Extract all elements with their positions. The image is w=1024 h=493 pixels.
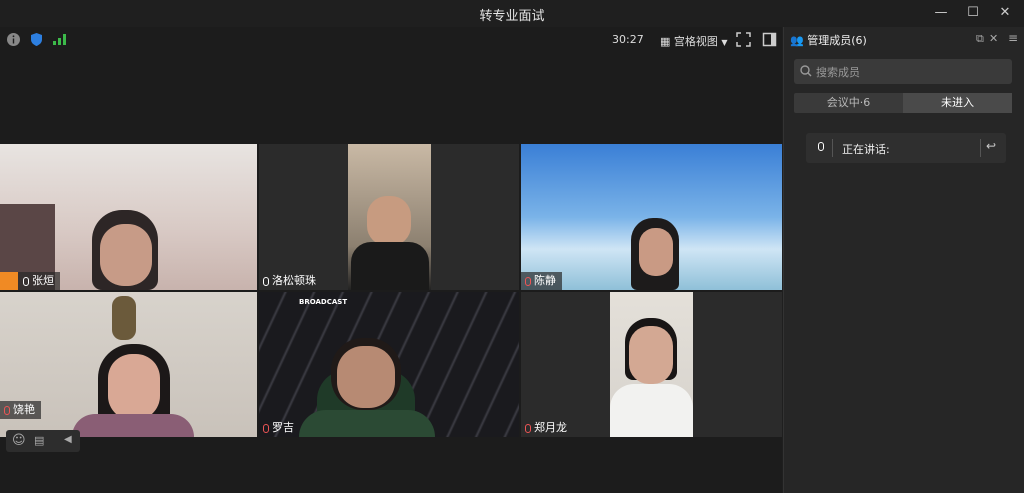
- tab-not-joined[interactable]: 未进入: [903, 93, 1012, 113]
- shield-icon[interactable]: [29, 32, 44, 47]
- participant-name: 罗吉: [272, 421, 294, 434]
- divider: [832, 139, 833, 157]
- participant-face: [337, 346, 395, 408]
- popout-icon[interactable]: ⧉: [976, 32, 984, 46]
- video-tile[interactable]: 郑月龙: [521, 292, 782, 437]
- mic-muted-icon: [525, 276, 531, 286]
- signal-icon[interactable]: [52, 32, 67, 47]
- tab-in-meeting[interactable]: 会议中·6: [794, 93, 903, 113]
- maximize-button[interactable]: ☐: [960, 3, 986, 23]
- participant-name: 洛松顿珠: [272, 274, 316, 287]
- participant-name-tag: 罗吉: [259, 419, 300, 437]
- participant-body: [351, 242, 429, 290]
- participant-face: [367, 196, 411, 246]
- participant-face: [108, 354, 160, 420]
- chat-icon[interactable]: ▤: [34, 434, 44, 447]
- menu-icon[interactable]: ≡: [1008, 31, 1018, 45]
- broadcast-logo: BROADCAST: [299, 298, 348, 306]
- video-tile[interactable]: 饶艳: [0, 292, 257, 437]
- video-tile[interactable]: 洛松顿珠: [259, 144, 519, 290]
- participant-name: 饶艳: [13, 403, 35, 416]
- window-title: 转专业面试: [479, 9, 545, 24]
- mic-icon: [818, 142, 824, 151]
- participant-face: [629, 326, 673, 384]
- search-icon: [800, 65, 812, 77]
- quick-tools: ☺ ▤ ◀: [6, 430, 80, 452]
- collapse-icon[interactable]: ◀: [64, 434, 72, 445]
- participant-name-tag: 张烜: [0, 272, 60, 290]
- grid-view-button[interactable]: ▦ 宫格视图 ▼: [660, 33, 728, 49]
- video-tile[interactable]: BROADCAST 罗吉: [259, 292, 519, 437]
- participant-name-tag: 陈静: [521, 272, 562, 290]
- minimize-button[interactable]: —: [928, 3, 954, 23]
- participant-body: [299, 410, 435, 437]
- participant-name-tag: 洛松顿珠: [259, 272, 322, 290]
- participant-name-tag: 郑月龙: [521, 419, 573, 437]
- members-icon: 👥: [790, 34, 804, 47]
- reply-icon[interactable]: ↩: [986, 139, 996, 153]
- caret-down-icon: ▼: [721, 38, 728, 47]
- participant-body: [72, 414, 194, 437]
- close-panel-icon[interactable]: ✕: [989, 32, 998, 45]
- video-tile[interactable]: 张烜: [0, 144, 257, 290]
- speaking-label: 正在讲话:: [842, 143, 890, 156]
- panel-title: 管理成员(6): [807, 34, 867, 47]
- meeting-timer: 30:27: [612, 33, 644, 46]
- participant-name-tag: 饶艳: [0, 401, 41, 419]
- search-input[interactable]: 搜索成员: [794, 59, 1012, 84]
- fullscreen-icon[interactable]: [736, 32, 751, 47]
- divider: [980, 139, 981, 157]
- search-placeholder: 搜索成员: [816, 66, 860, 79]
- wall-decoration: [112, 296, 136, 340]
- meeting-toolbar: 30:27 ▦ 宫格视图 ▼: [0, 27, 782, 53]
- sidebar-toggle-icon[interactable]: [762, 32, 777, 47]
- mic-muted-icon: [4, 405, 10, 415]
- participant-name: 张烜: [32, 274, 54, 287]
- video-tile[interactable]: 陈静: [521, 144, 782, 290]
- grid-view-label: 宫格视图: [673, 35, 718, 48]
- close-button[interactable]: ✕: [992, 3, 1018, 23]
- host-icon: [0, 272, 18, 290]
- speaking-indicator: 正在讲话: ↩: [806, 133, 1006, 163]
- participant-face: [639, 228, 673, 276]
- title-bar: 转专业面试 — ☐ ✕: [0, 0, 1024, 27]
- participant-body: [610, 384, 693, 437]
- participant-face: [100, 224, 152, 286]
- mic-muted-icon: [525, 423, 531, 433]
- member-tabs: 会议中·6 未进入: [794, 93, 1012, 113]
- member-panel: 👥 管理成员(6) ⧉ ✕ ≡ 搜索成员 会议中·6 未进入 正在讲话: ↩: [783, 27, 1024, 493]
- mic-icon: [263, 276, 269, 286]
- info-icon[interactable]: [6, 32, 21, 47]
- mic-muted-icon: [263, 423, 269, 433]
- participant-name: 陈静: [534, 274, 556, 287]
- panel-header: 👥 管理成员(6): [790, 32, 867, 48]
- participant-name: 郑月龙: [534, 421, 567, 434]
- emoji-icon[interactable]: ☺: [12, 433, 26, 448]
- grid-icon: ▦: [660, 35, 671, 48]
- mic-icon: [23, 276, 29, 286]
